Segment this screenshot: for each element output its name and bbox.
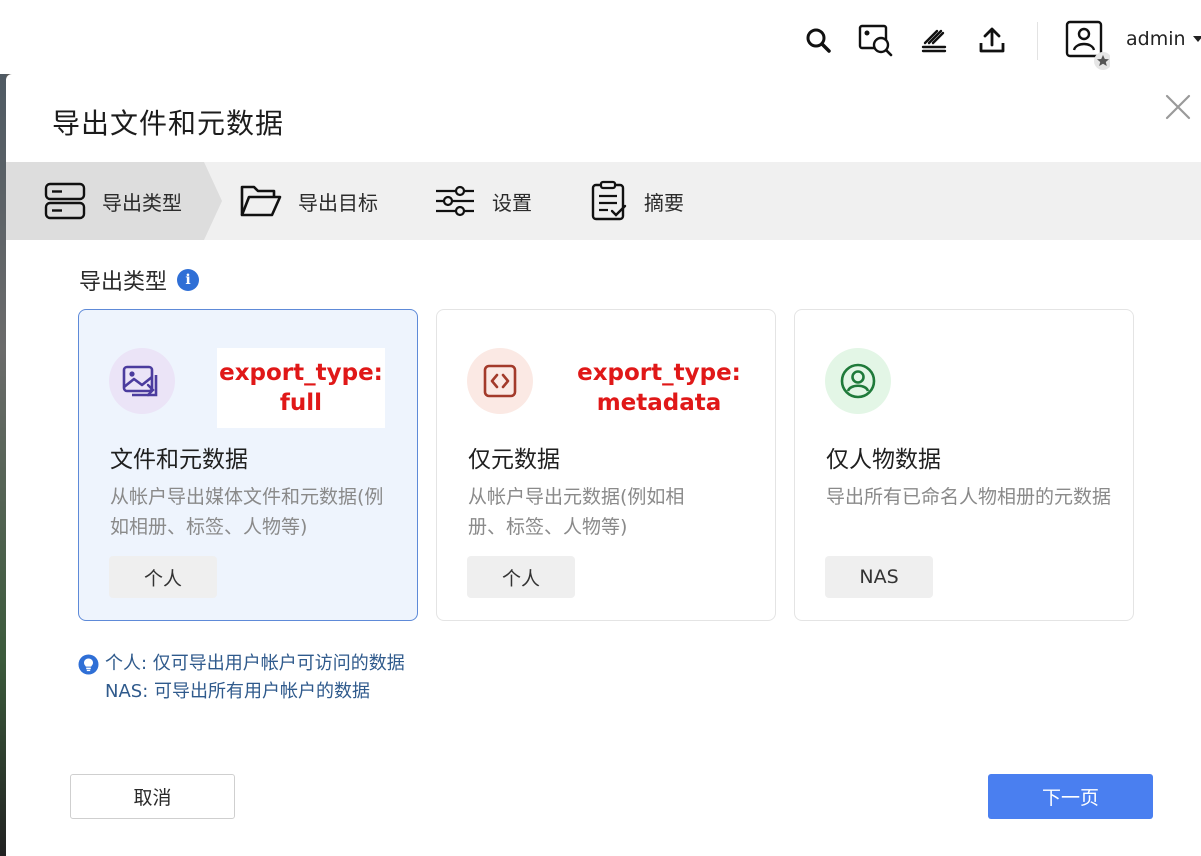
annotation-line: metadata [596, 390, 722, 416]
export-dialog: 导出文件和元数据 导出类型 导出目标 设置 摘要 导出类型 i export_t… [6, 74, 1201, 856]
export-type-annotation: export_type: full [217, 348, 385, 428]
export-type-card-metadata[interactable]: export_type: metadata 仅元数据 从帐户导出元数据(例如相册… [436, 309, 776, 621]
folder-open-icon [240, 185, 282, 217]
card-icon-circle [467, 348, 533, 414]
card-title: 仅元数据 [468, 447, 560, 473]
card-title: 仅人物数据 [826, 447, 941, 473]
upload-icon[interactable] [974, 22, 1010, 58]
step-label: 导出类型 [102, 190, 182, 215]
server-icon [44, 182, 86, 220]
step-export-type[interactable]: 导出类型 [44, 162, 182, 240]
code-icon [483, 364, 517, 398]
card-description: 从帐户导出媒体文件和元数据(例如相册、标签、人物等) [110, 486, 384, 538]
section-label: 导出类型 i [79, 264, 200, 296]
search-icon[interactable] [800, 22, 836, 58]
info-icon[interactable]: i [177, 269, 200, 291]
dialog-title: 导出文件和元数据 [52, 107, 285, 140]
step-label: 摘要 [644, 190, 684, 215]
export-type-annotation: export_type: metadata [575, 348, 743, 428]
card-scope-tag: 个人 [467, 556, 575, 598]
card-icon-circle [825, 348, 891, 414]
card-scope-tag: NAS [825, 556, 933, 598]
lightbulb-icon [78, 654, 99, 674]
user-avatar-icon[interactable] [1064, 20, 1112, 70]
toolbar-divider [1037, 22, 1038, 60]
annotation-line: export_type: [219, 360, 383, 386]
next-button[interactable]: 下一页 [988, 774, 1153, 819]
chevron-down-icon [1192, 36, 1201, 42]
username-label: admin [1126, 28, 1186, 50]
person-circle-icon [840, 363, 876, 399]
images-icon [122, 365, 158, 397]
export-type-card-full[interactable]: export_type: full 文件和元数据 从帐户导出媒体文件和元数据(例… [78, 309, 418, 621]
card-scope-tag: 个人 [109, 556, 217, 598]
step-summary[interactable]: 摘要 [590, 162, 684, 240]
note-line: 个人: 仅可导出用户帐户可访问的数据 [105, 653, 405, 674]
step-label: 导出目标 [298, 190, 378, 215]
step-settings[interactable]: 设置 [434, 162, 532, 240]
step-export-target[interactable]: 导出目标 [240, 162, 378, 240]
card-description: 导出所有已命名人物相册的元数据 [826, 486, 1112, 508]
annotation-line: full [279, 390, 323, 416]
step-bar: 导出类型 导出目标 设置 摘要 [6, 162, 1201, 240]
user-menu[interactable]: admin [1126, 28, 1201, 50]
stack-icon[interactable] [916, 22, 952, 58]
clipboard-check-icon [591, 180, 627, 221]
annotation-line: export_type: [577, 360, 741, 386]
note-line: NAS: 可导出所有用户帐户的数据 [105, 681, 370, 702]
scope-notes: 个人: 仅可导出用户帐户可访问的数据 NAS: 可导出所有用户帐户的数据 [78, 650, 405, 706]
card-description: 从帐户导出元数据(例如相册、标签、人物等) [468, 486, 685, 538]
close-icon[interactable] [1161, 90, 1195, 124]
section-label-text: 导出类型 [79, 270, 168, 295]
step-label: 设置 [492, 190, 532, 215]
card-title: 文件和元数据 [110, 447, 248, 473]
card-icon-circle [109, 348, 175, 414]
export-type-card-people[interactable]: 仅人物数据 导出所有已命名人物相册的元数据 NAS [794, 309, 1134, 621]
cancel-button[interactable]: 取消 [70, 774, 235, 819]
photo-search-icon[interactable] [858, 22, 894, 58]
sliders-icon [436, 185, 474, 217]
top-bar: admin [0, 0, 1201, 74]
